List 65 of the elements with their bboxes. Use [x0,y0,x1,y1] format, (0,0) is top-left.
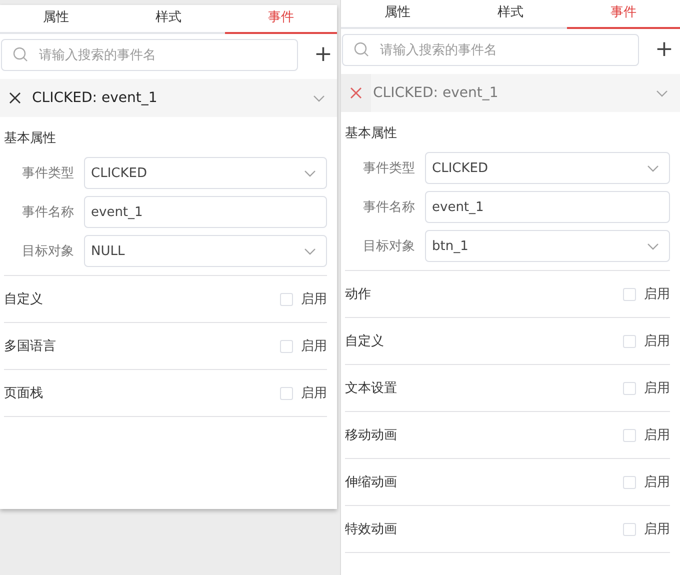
input-field[interactable]: event_1 [425,191,670,223]
checkbox-label[interactable]: 启用 [301,290,327,308]
close-icon [9,92,21,104]
checkbox-label[interactable]: 启用 [644,426,670,444]
tab[interactable]: 样式 [112,5,225,34]
checkbox-label[interactable]: 启用 [644,520,670,538]
add-button[interactable]: + [306,43,340,67]
search-field[interactable]: 请输入搜索的事件名 [1,39,298,71]
chevron-down-icon [656,90,668,96]
checkbox-label[interactable]: 启用 [644,473,670,491]
tab[interactable]: 事件 [567,0,680,29]
option-label: 自定义 [4,291,43,308]
search-icon [354,42,369,57]
event-title: CLICKED: event_1 [372,85,500,101]
checkbox-label[interactable]: 启用 [644,379,670,397]
field-label: 目标对象 [21,243,75,260]
option-label: 移动动画 [345,427,397,444]
checkbox[interactable] [623,476,636,488]
chevron-down-icon [304,170,316,176]
search-field[interactable]: 请输入搜索的事件名 [342,34,639,66]
tab[interactable]: 属性 [341,0,454,29]
select-field[interactable]: CLICKED [84,157,327,189]
event-title: CLICKED: event_1 [31,90,158,106]
tab[interactable]: 样式 [454,0,567,29]
chevron-down-icon [647,164,659,172]
checkbox-label[interactable]: 启用 [644,285,670,303]
section-title: 基本属性 [344,125,398,143]
option-label: 文本设置 [345,380,397,397]
add-button[interactable]: + [647,38,680,62]
checkbox-label[interactable]: 启用 [301,337,327,355]
checkbox-label[interactable]: 启用 [301,384,327,402]
tab[interactable]: 属性 [0,5,112,34]
section-title: 基本属性 [3,130,57,148]
chevron-down-icon [304,248,316,254]
checkbox[interactable] [623,522,636,536]
event-header[interactable]: CLICKED: event_1 [341,74,680,112]
checkbox[interactable] [623,288,636,300]
checkbox[interactable] [280,340,293,352]
input-field[interactable]: event_1 [84,196,327,228]
field-label: 事件类型 [362,160,416,177]
close-icon [350,87,362,99]
select-field[interactable]: CLICKED [425,152,670,184]
checkbox-label[interactable]: 启用 [644,332,670,350]
field-label: 事件名称 [21,204,75,221]
option-label: 特效动画 [345,521,397,538]
option-label: 多国语言 [4,338,56,355]
option-label: 页面栈 [4,385,43,402]
tab[interactable]: 事件 [224,5,337,34]
search-icon [13,47,28,62]
option-label: 动作 [345,286,371,303]
field-label: 事件名称 [362,199,416,216]
checkbox[interactable] [623,428,636,442]
chevron-down-icon [313,94,325,102]
event-header[interactable]: CLICKED: event_1 [0,79,337,117]
option-label: 伸缩动画 [345,474,397,491]
option-label: 自定义 [345,333,384,350]
select-field[interactable]: NULL [84,235,327,267]
field-label: 事件类型 [21,165,75,182]
checkbox[interactable] [280,292,293,306]
checkbox[interactable] [623,382,636,394]
checkbox[interactable] [280,386,293,400]
select-field[interactable]: btn_1 [425,230,670,262]
checkbox[interactable] [623,334,636,348]
field-label: 目标对象 [362,238,416,255]
chevron-down-icon [647,242,659,250]
